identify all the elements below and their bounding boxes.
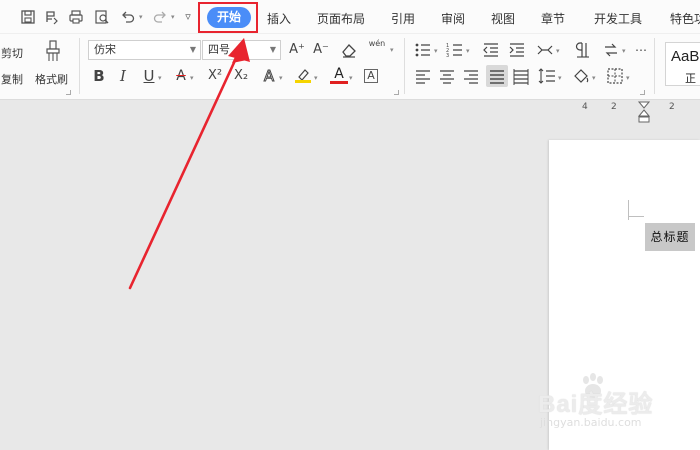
format-painter-icon[interactable] xyxy=(43,40,63,62)
clear-format-icon[interactable] xyxy=(340,41,358,59)
group-separator xyxy=(404,38,405,94)
pinyin-dropdown-icon[interactable]: ▾ xyxy=(390,46,394,54)
italic-button[interactable]: I xyxy=(114,67,132,85)
font-size-select[interactable]: 四号 ▼ xyxy=(202,40,281,60)
copy-button[interactable]: 复制 xyxy=(1,71,23,87)
line-spacing-dropdown-icon[interactable]: ▾ xyxy=(558,74,562,82)
tab-view[interactable]: 视图 xyxy=(491,10,515,27)
font-family-select[interactable]: 仿宋 ▼ xyxy=(88,40,201,60)
tab-chapter[interactable]: 章节 xyxy=(541,10,565,27)
highlight-box xyxy=(198,2,258,33)
group-separator xyxy=(79,38,80,94)
svg-text:3: 3 xyxy=(446,53,449,59)
tab-review[interactable]: 审阅 xyxy=(441,10,465,27)
ribbon-home: 剪切 复制 格式刷 仿宋 ▼ 四号 ▼ A⁺ A⁻ wén ▾ B I U ▾ … xyxy=(0,34,700,100)
highlight-dropdown-icon[interactable]: ▾ xyxy=(314,74,318,82)
font-color-dropdown-icon[interactable]: ▾ xyxy=(349,74,353,82)
strikethrough-dropdown-icon[interactable]: ▾ xyxy=(190,74,194,82)
print-preview-icon[interactable] xyxy=(94,9,110,25)
font-color-button[interactable]: A xyxy=(330,65,348,84)
highlight-icon[interactable] xyxy=(294,66,312,84)
shading-icon[interactable] xyxy=(572,67,590,85)
crop-mark xyxy=(628,216,644,217)
ruler-number: 2 xyxy=(669,102,675,112)
style-gallery-item[interactable]: AaB 正 xyxy=(665,42,700,86)
underline-button[interactable]: U xyxy=(140,67,158,85)
text-direction-icon[interactable] xyxy=(602,41,620,59)
line-spacing-icon[interactable] xyxy=(538,67,556,85)
style-name: 正 xyxy=(685,72,696,85)
chevron-down-icon: ▼ xyxy=(189,45,196,54)
align-right-icon[interactable] xyxy=(462,67,480,85)
increase-indent-icon[interactable] xyxy=(508,41,526,59)
tab-page-layout[interactable]: 页面布局 xyxy=(317,10,365,27)
distributed-align-icon[interactable] xyxy=(512,67,530,85)
tab-insert[interactable]: 插入 xyxy=(267,10,291,27)
shrink-font-icon[interactable]: A⁻ xyxy=(312,41,330,59)
bold-button[interactable]: B xyxy=(90,67,108,85)
grow-font-icon[interactable]: A⁺ xyxy=(288,41,306,59)
style-preview: AaB xyxy=(671,48,700,65)
text-direction-dropdown-icon[interactable]: ▾ xyxy=(622,47,626,55)
bullet-list-icon[interactable] xyxy=(414,41,432,59)
format-painter-label[interactable]: 格式刷 xyxy=(35,71,68,87)
font-size-value: 四号 xyxy=(208,43,230,56)
superscript-button[interactable]: X² xyxy=(206,67,224,85)
show-hide-marks-icon[interactable] xyxy=(574,41,592,59)
paragraph-dialog-launcher[interactable] xyxy=(640,90,645,95)
chevron-down-icon: ▼ xyxy=(269,45,276,54)
cut-button[interactable]: 剪切 xyxy=(1,45,23,61)
tab-references[interactable]: 引用 xyxy=(391,10,415,27)
save-icon[interactable] xyxy=(20,9,36,25)
more-options-icon[interactable]: ⋯ xyxy=(632,41,650,59)
align-center-icon[interactable] xyxy=(438,67,456,85)
align-left-icon[interactable] xyxy=(414,67,432,85)
pinyin-guide-icon[interactable]: wén xyxy=(368,39,386,57)
menu-bar: ▾ ▾ ▿ 开始 插入 页面布局 引用 审阅 视图 章节 开发工具 特色功 xyxy=(0,0,700,34)
crop-mark xyxy=(628,200,629,220)
clipboard-dialog-launcher[interactable] xyxy=(66,90,71,95)
watermark: Bai度经验 jingyan.baidu.com xyxy=(538,372,678,432)
print-icon[interactable] xyxy=(68,9,84,25)
group-separator xyxy=(654,38,655,94)
borders-dropdown-icon[interactable]: ▾ xyxy=(626,74,630,82)
redo-icon[interactable] xyxy=(152,9,168,25)
underline-dropdown-icon[interactable]: ▾ xyxy=(158,74,162,82)
indent-marker-icon[interactable] xyxy=(638,101,650,123)
subscript-button[interactable]: X₂ xyxy=(232,67,250,85)
bullet-dropdown-icon[interactable]: ▾ xyxy=(434,47,438,55)
watermark-brand: Bai度经验 xyxy=(538,391,654,418)
save-as-icon[interactable] xyxy=(44,9,60,25)
justify-icon[interactable] xyxy=(486,65,508,87)
strikethrough-button[interactable]: A xyxy=(172,67,190,85)
text-effect-dropdown-icon[interactable]: ▾ xyxy=(279,74,283,82)
chinese-layout-dropdown-icon[interactable]: ▾ xyxy=(556,47,560,55)
borders-icon[interactable] xyxy=(606,67,624,85)
watermark-url: jingyan.baidu.com xyxy=(540,416,642,429)
chinese-layout-icon[interactable] xyxy=(536,41,554,59)
undo-dropdown-icon[interactable]: ▾ xyxy=(139,13,143,21)
undo-icon[interactable] xyxy=(120,9,136,25)
ruler-number: 2 xyxy=(611,102,617,112)
numbering-dropdown-icon[interactable]: ▾ xyxy=(466,47,470,55)
character-border-button[interactable]: A xyxy=(364,69,378,83)
customize-icon[interactable]: ▿ xyxy=(180,9,196,25)
font-dialog-launcher[interactable] xyxy=(394,90,399,95)
numbered-list-icon[interactable]: 123 xyxy=(446,41,464,59)
shading-dropdown-icon[interactable]: ▾ xyxy=(592,74,596,82)
document-title[interactable]: 总标题 xyxy=(645,223,695,251)
redo-dropdown-icon[interactable]: ▾ xyxy=(171,13,175,21)
tab-developer[interactable]: 开发工具 xyxy=(594,10,642,27)
decrease-indent-icon[interactable] xyxy=(482,41,500,59)
ruler-number: 4 xyxy=(582,102,588,112)
font-family-value: 仿宋 xyxy=(94,43,116,56)
tab-special[interactable]: 特色功 xyxy=(670,10,700,27)
text-effect-button[interactable]: A xyxy=(260,67,278,86)
